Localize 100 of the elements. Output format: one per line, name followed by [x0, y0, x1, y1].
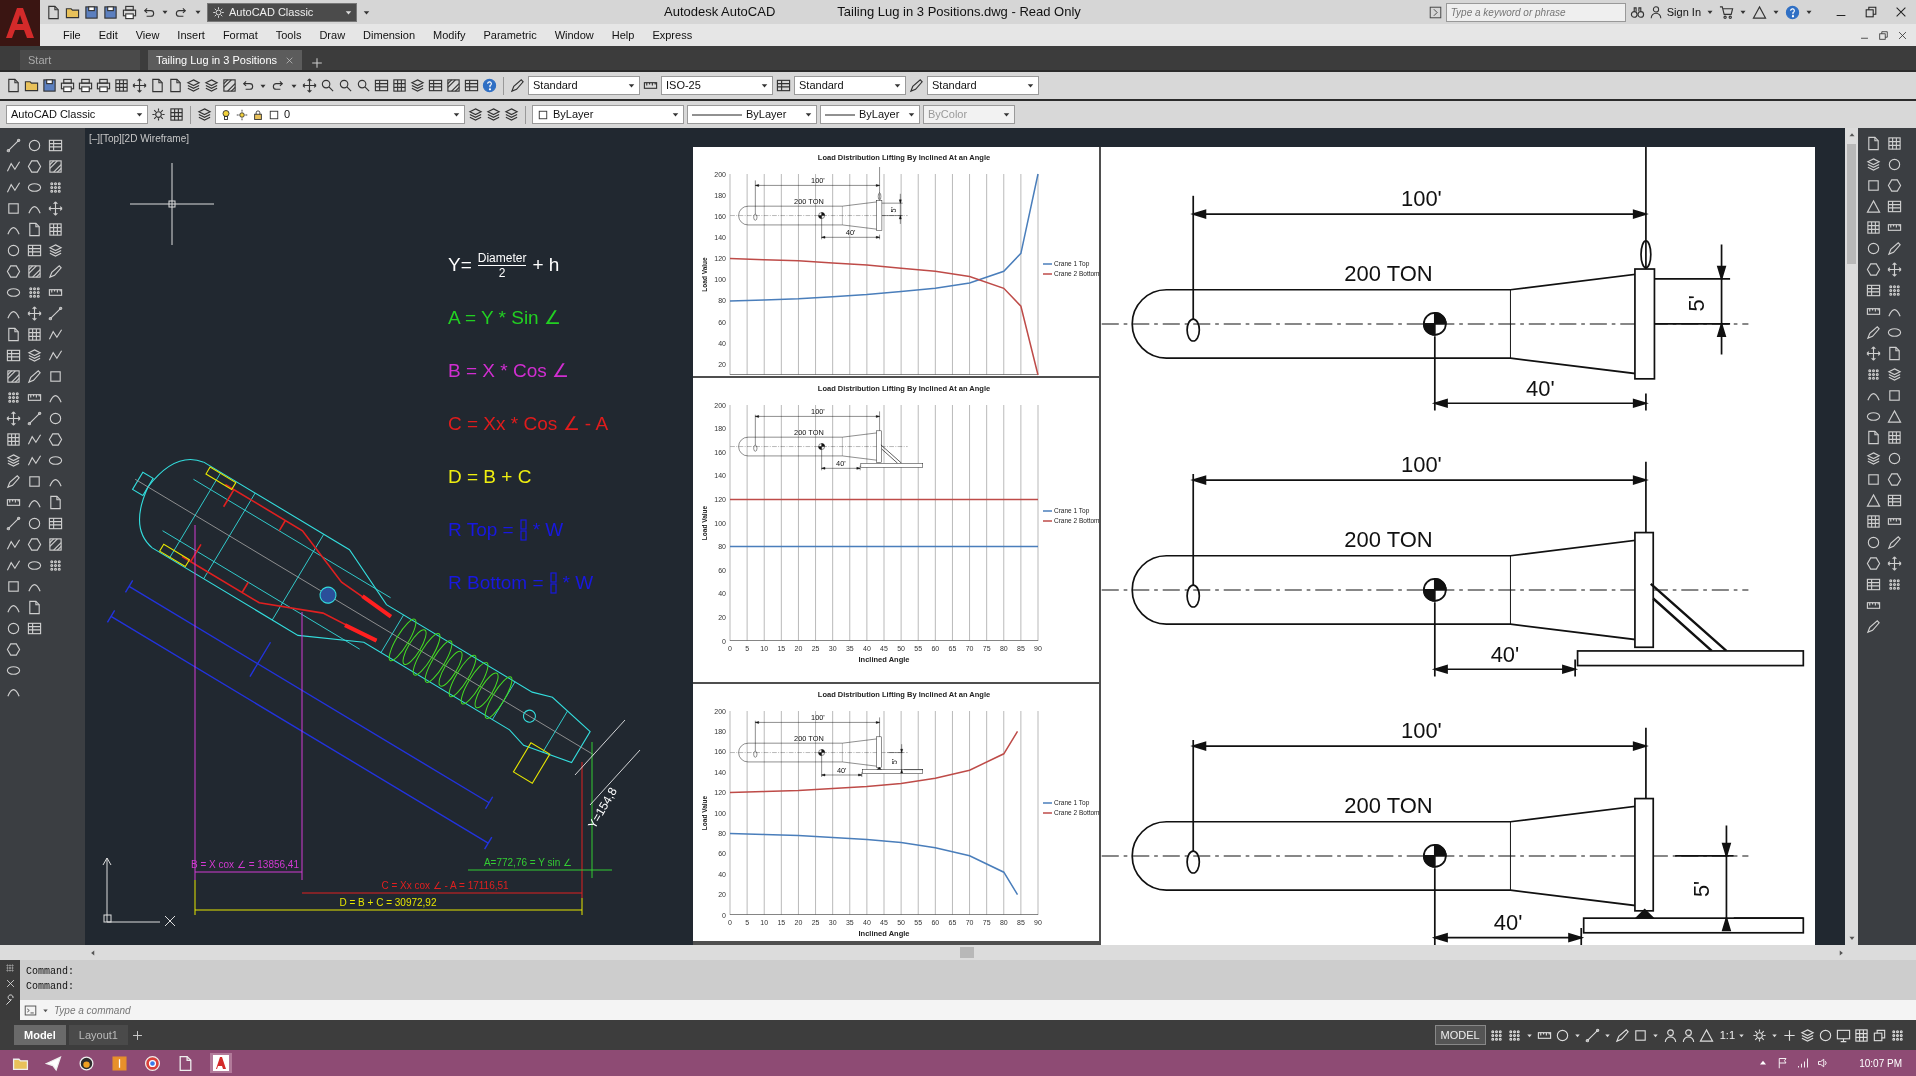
menu-item[interactable]: Help — [602, 26, 644, 44]
ellipse-icon[interactable] — [6, 663, 21, 678]
model-space-button[interactable]: MODEL — [1434, 1025, 1486, 1045]
app-logo-icon[interactable] — [210, 1053, 232, 1073]
layers-icon[interactable] — [1800, 1027, 1815, 1043]
circle-icon[interactable] — [1887, 157, 1902, 172]
viewport-label[interactable]: [–][Top][2D Wireframe] — [85, 128, 190, 146]
square-app-icon[interactable] — [111, 1054, 128, 1072]
style-dropdown[interactable]: Standard — [794, 76, 906, 95]
page-icon[interactable] — [6, 78, 21, 93]
ellipse-icon[interactable] — [27, 180, 42, 195]
layers-icon[interactable] — [204, 78, 219, 93]
dots-icon[interactable] — [48, 180, 63, 195]
grid-icon[interactable] — [169, 107, 184, 122]
annotation-scale-dropdown[interactable]: 1:1 — [1716, 1025, 1749, 1045]
page-icon[interactable] — [27, 600, 42, 615]
search-field[interactable]: Type a keyword or phrase — [1445, 2, 1626, 22]
scrollbar-thumb[interactable] — [960, 947, 974, 958]
menu-item[interactable]: Modify — [424, 26, 475, 44]
zigzag-line-icon[interactable] — [27, 432, 42, 447]
circle-icon[interactable] — [48, 411, 63, 426]
page-icon[interactable] — [27, 222, 42, 237]
hexagon-icon[interactable] — [1887, 178, 1902, 193]
circle-icon[interactable] — [6, 621, 21, 636]
gear-icon[interactable] — [151, 107, 166, 122]
page-icon[interactable] — [6, 327, 21, 342]
move-icon[interactable] — [132, 78, 147, 93]
restore-icon[interactable] — [1878, 29, 1889, 41]
square-icon[interactable] — [1866, 178, 1881, 193]
flag-icon[interactable] — [1777, 1057, 1790, 1069]
color-dropdown[interactable]: ByLayer — [532, 105, 684, 124]
printer-icon[interactable] — [60, 78, 75, 93]
menu-item[interactable]: Insert — [168, 26, 214, 44]
restore-icon[interactable] — [1864, 5, 1878, 19]
menu-item[interactable]: Express — [643, 26, 702, 44]
dots-icon[interactable] — [5, 963, 15, 973]
lightbulb-icon[interactable] — [220, 108, 232, 121]
sign-in-link[interactable]: Sign In — [1666, 3, 1701, 21]
move-icon[interactable] — [302, 78, 317, 93]
person-icon[interactable] — [1680, 1027, 1696, 1043]
paper-plane-icon[interactable] — [45, 1054, 62, 1072]
line-icon[interactable] — [48, 306, 63, 321]
table-icon[interactable] — [464, 78, 479, 93]
zigzag-line-icon[interactable] — [6, 180, 21, 195]
help-icon[interactable] — [1785, 4, 1800, 20]
circle-icon[interactable] — [1866, 535, 1881, 550]
hexagon-icon[interactable] — [48, 432, 63, 447]
scrollbar-thumb[interactable] — [1847, 144, 1856, 264]
workspace-dropdown[interactable]: AutoCAD Classic — [207, 2, 357, 22]
wrench-icon[interactable] — [3, 994, 17, 1007]
hexagon-icon[interactable] — [27, 159, 42, 174]
plus-icon[interactable] — [130, 1028, 144, 1042]
menu-item[interactable]: Parametric — [474, 26, 546, 44]
layers-icon[interactable] — [468, 107, 483, 122]
ellipse-icon[interactable] — [1887, 325, 1902, 340]
menu-item[interactable]: Dimension — [354, 26, 425, 44]
app-logo-icon[interactable] — [0, 0, 40, 46]
signal-icon[interactable] — [1797, 1057, 1810, 1069]
ball-icon[interactable] — [78, 1054, 95, 1072]
triangle-icon[interactable] — [1752, 4, 1767, 20]
layers-icon[interactable] — [1866, 157, 1881, 172]
plus-icon[interactable] — [1782, 1027, 1797, 1043]
layers-icon[interactable] — [486, 107, 501, 122]
ellipse-icon[interactable] — [1866, 409, 1881, 424]
menu-item[interactable]: File — [54, 26, 90, 44]
printer-icon[interactable] — [96, 78, 111, 93]
circle-icon[interactable] — [1866, 241, 1881, 256]
menu-item[interactable]: Format — [213, 26, 267, 44]
circle-icon[interactable] — [1887, 451, 1902, 466]
style-dropdown[interactable]: ISO-25 — [661, 76, 773, 95]
hatch-icon[interactable] — [222, 78, 237, 93]
line-icon[interactable] — [6, 516, 21, 531]
pen-icon[interactable] — [909, 78, 924, 93]
circle-icon[interactable] — [6, 243, 21, 258]
square-icon[interactable] — [6, 579, 21, 594]
hexagon-icon[interactable] — [1866, 262, 1881, 277]
dots-icon[interactable] — [1890, 1027, 1905, 1043]
close-icon[interactable] — [4, 978, 16, 989]
layers-icon[interactable] — [1866, 451, 1881, 466]
dots-icon[interactable] — [48, 558, 63, 573]
help-icon[interactable] — [482, 78, 497, 93]
workspace-dropdown[interactable]: AutoCAD Classic — [6, 105, 148, 124]
table-icon[interactable] — [374, 78, 389, 93]
dots-icon[interactable] — [1866, 367, 1881, 382]
square-icon[interactable] — [6, 201, 21, 216]
square-icon[interactable] — [1632, 1027, 1648, 1043]
zigzag-line-icon[interactable] — [6, 537, 21, 552]
lock-icon[interactable] — [252, 108, 264, 121]
color-swatch-icon[interactable] — [537, 108, 549, 121]
style-dropdown[interactable]: Standard — [927, 76, 1039, 95]
folder-icon[interactable] — [24, 78, 39, 93]
square-icon[interactable] — [48, 369, 63, 384]
cart-icon[interactable] — [1719, 4, 1734, 20]
menu-item[interactable]: Tools — [266, 26, 311, 44]
square-icon[interactable] — [27, 474, 42, 489]
hexagon-icon[interactable] — [1866, 556, 1881, 571]
color-swatch-icon[interactable] — [268, 108, 280, 121]
menu-item[interactable]: Draw — [310, 26, 355, 44]
circle-icon[interactable] — [1818, 1027, 1833, 1043]
table-icon[interactable] — [776, 78, 791, 93]
